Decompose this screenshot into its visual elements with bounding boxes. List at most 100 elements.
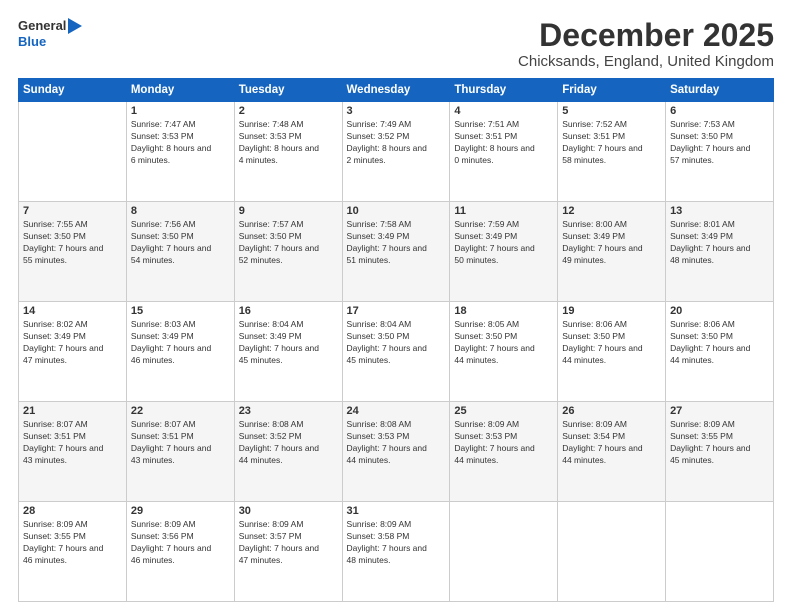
daylight-text: Daylight: 7 hours and — [131, 443, 230, 455]
daylight-text-2: 45 minutes. — [347, 355, 446, 367]
daylight-text: Daylight: 7 hours and — [562, 243, 661, 255]
daylight-text: Daylight: 7 hours and — [347, 443, 446, 455]
daylight-text-2: 47 minutes. — [23, 355, 122, 367]
daylight-text: Daylight: 7 hours and — [239, 243, 338, 255]
daylight-text: Daylight: 8 hours and — [347, 143, 446, 155]
daylight-text: Daylight: 8 hours and — [454, 143, 553, 155]
daylight-text: Daylight: 7 hours and — [454, 243, 553, 255]
day-number: 14 — [23, 305, 122, 317]
daylight-text-2: 46 minutes. — [131, 355, 230, 367]
logo-blue: Blue — [18, 34, 46, 50]
sunrise-text: Sunrise: 8:00 AM — [562, 219, 661, 231]
daylight-text: Daylight: 7 hours and — [670, 443, 769, 455]
calendar-table: Sunday Monday Tuesday Wednesday Thursday… — [18, 78, 774, 602]
daylight-text-2: 0 minutes. — [454, 155, 553, 167]
daylight-text-2: 43 minutes. — [23, 455, 122, 467]
sunset-text: Sunset: 3:49 PM — [131, 331, 230, 343]
sunset-text: Sunset: 3:55 PM — [23, 531, 122, 543]
daylight-text: Daylight: 7 hours and — [347, 543, 446, 555]
sunset-text: Sunset: 3:51 PM — [562, 131, 661, 143]
weekday-header-row: Sunday Monday Tuesday Wednesday Thursday… — [19, 79, 774, 102]
day-number: 10 — [347, 205, 446, 217]
day-number: 22 — [131, 405, 230, 417]
calendar-cell: 22Sunrise: 8:07 AMSunset: 3:51 PMDayligh… — [126, 402, 234, 502]
daylight-text-2: 4 minutes. — [239, 155, 338, 167]
calendar-cell — [450, 502, 558, 602]
calendar-cell: 10Sunrise: 7:58 AMSunset: 3:49 PMDayligh… — [342, 202, 450, 302]
daylight-text: Daylight: 7 hours and — [562, 443, 661, 455]
header: General Blue December 2025 Chicksands, E… — [18, 18, 774, 70]
calendar-cell: 30Sunrise: 8:09 AMSunset: 3:57 PMDayligh… — [234, 502, 342, 602]
day-info: Sunrise: 8:09 AMSunset: 3:58 PMDaylight:… — [347, 519, 446, 567]
sunset-text: Sunset: 3:53 PM — [454, 431, 553, 443]
calendar-cell: 13Sunrise: 8:01 AMSunset: 3:49 PMDayligh… — [666, 202, 774, 302]
day-number: 23 — [239, 405, 338, 417]
day-number: 20 — [670, 305, 769, 317]
calendar-cell: 29Sunrise: 8:09 AMSunset: 3:56 PMDayligh… — [126, 502, 234, 602]
day-number: 21 — [23, 405, 122, 417]
calendar-cell: 18Sunrise: 8:05 AMSunset: 3:50 PMDayligh… — [450, 302, 558, 402]
daylight-text: Daylight: 7 hours and — [131, 243, 230, 255]
calendar-cell: 15Sunrise: 8:03 AMSunset: 3:49 PMDayligh… — [126, 302, 234, 402]
sunset-text: Sunset: 3:53 PM — [239, 131, 338, 143]
daylight-text: Daylight: 7 hours and — [23, 243, 122, 255]
sunrise-text: Sunrise: 7:57 AM — [239, 219, 338, 231]
sunrise-text: Sunrise: 8:02 AM — [23, 319, 122, 331]
day-number: 24 — [347, 405, 446, 417]
daylight-text: Daylight: 7 hours and — [131, 543, 230, 555]
daylight-text: Daylight: 7 hours and — [347, 343, 446, 355]
day-info: Sunrise: 7:48 AMSunset: 3:53 PMDaylight:… — [239, 119, 338, 167]
calendar-cell: 28Sunrise: 8:09 AMSunset: 3:55 PMDayligh… — [19, 502, 127, 602]
day-info: Sunrise: 8:05 AMSunset: 3:50 PMDaylight:… — [454, 319, 553, 367]
sunrise-text: Sunrise: 7:55 AM — [23, 219, 122, 231]
calendar-cell: 21Sunrise: 8:07 AMSunset: 3:51 PMDayligh… — [19, 402, 127, 502]
header-thursday: Thursday — [450, 79, 558, 102]
calendar-week-row: 14Sunrise: 8:02 AMSunset: 3:49 PMDayligh… — [19, 302, 774, 402]
calendar-cell: 1Sunrise: 7:47 AMSunset: 3:53 PMDaylight… — [126, 102, 234, 202]
daylight-text: Daylight: 7 hours and — [23, 343, 122, 355]
day-number: 26 — [562, 405, 661, 417]
sunset-text: Sunset: 3:52 PM — [239, 431, 338, 443]
daylight-text: Daylight: 7 hours and — [562, 143, 661, 155]
daylight-text-2: 43 minutes. — [131, 455, 230, 467]
calendar-cell: 3Sunrise: 7:49 AMSunset: 3:52 PMDaylight… — [342, 102, 450, 202]
daylight-text: Daylight: 7 hours and — [23, 543, 122, 555]
calendar-cell: 14 Sunrise: 8:02 AMSunset: 3:49 PMDayligh… — [19, 302, 127, 402]
calendar-cell: 31Sunrise: 8:09 AMSunset: 3:58 PMDayligh… — [342, 502, 450, 602]
calendar-title: December 2025 — [518, 18, 774, 53]
day-info: Sunrise: 7:55 AMSunset: 3:50 PMDaylight:… — [23, 219, 122, 267]
sunset-text: Sunset: 3:58 PM — [347, 531, 446, 543]
sunset-text: Sunset: 3:49 PM — [454, 231, 553, 243]
day-info: Sunrise: 7:47 AMSunset: 3:53 PMDaylight:… — [131, 119, 230, 167]
sunrise-text: Sunrise: 8:04 AM — [239, 319, 338, 331]
sunset-text: Sunset: 3:49 PM — [347, 231, 446, 243]
day-number: 27 — [670, 405, 769, 417]
daylight-text: Daylight: 8 hours and — [239, 143, 338, 155]
sunrise-text: Sunrise: 7:53 AM — [670, 119, 769, 131]
day-info: Sunrise: 8:09 AMSunset: 3:57 PMDaylight:… — [239, 519, 338, 567]
sunrise-text: Sunrise: 8:06 AM — [670, 319, 769, 331]
day-number: 29 — [131, 505, 230, 517]
day-info: Sunrise: 8:01 AMSunset: 3:49 PMDaylight:… — [670, 219, 769, 267]
day-number: 15 — [131, 305, 230, 317]
calendar-cell: 11Sunrise: 7:59 AMSunset: 3:49 PMDayligh… — [450, 202, 558, 302]
day-info: Sunrise: 8:00 AMSunset: 3:49 PMDaylight:… — [562, 219, 661, 267]
day-info: Sunrise: 7:53 AMSunset: 3:50 PMDaylight:… — [670, 119, 769, 167]
daylight-text: Daylight: 7 hours and — [131, 343, 230, 355]
sunset-text: Sunset: 3:50 PM — [670, 331, 769, 343]
day-number: 5 — [562, 105, 661, 117]
header-wednesday: Wednesday — [342, 79, 450, 102]
daylight-text-2: 44 minutes. — [562, 355, 661, 367]
calendar-cell: 12Sunrise: 8:00 AMSunset: 3:49 PMDayligh… — [558, 202, 666, 302]
calendar-cell: 5Sunrise: 7:52 AMSunset: 3:51 PMDaylight… — [558, 102, 666, 202]
daylight-text-2: 55 minutes. — [23, 255, 122, 267]
daylight-text: Daylight: 8 hours and — [131, 143, 230, 155]
day-info: Sunrise: 7:56 AMSunset: 3:50 PMDaylight:… — [131, 219, 230, 267]
logo: General Blue — [18, 18, 88, 50]
daylight-text: Daylight: 7 hours and — [239, 543, 338, 555]
sunrise-text: Sunrise: 8:08 AM — [347, 419, 446, 431]
day-info: Sunrise: 8:02 AMSunset: 3:49 PMDaylight:… — [23, 319, 122, 367]
sunrise-text: Sunrise: 7:48 AM — [239, 119, 338, 131]
sunrise-text: Sunrise: 8:01 AM — [670, 219, 769, 231]
calendar-week-row: 21Sunrise: 8:07 AMSunset: 3:51 PMDayligh… — [19, 402, 774, 502]
